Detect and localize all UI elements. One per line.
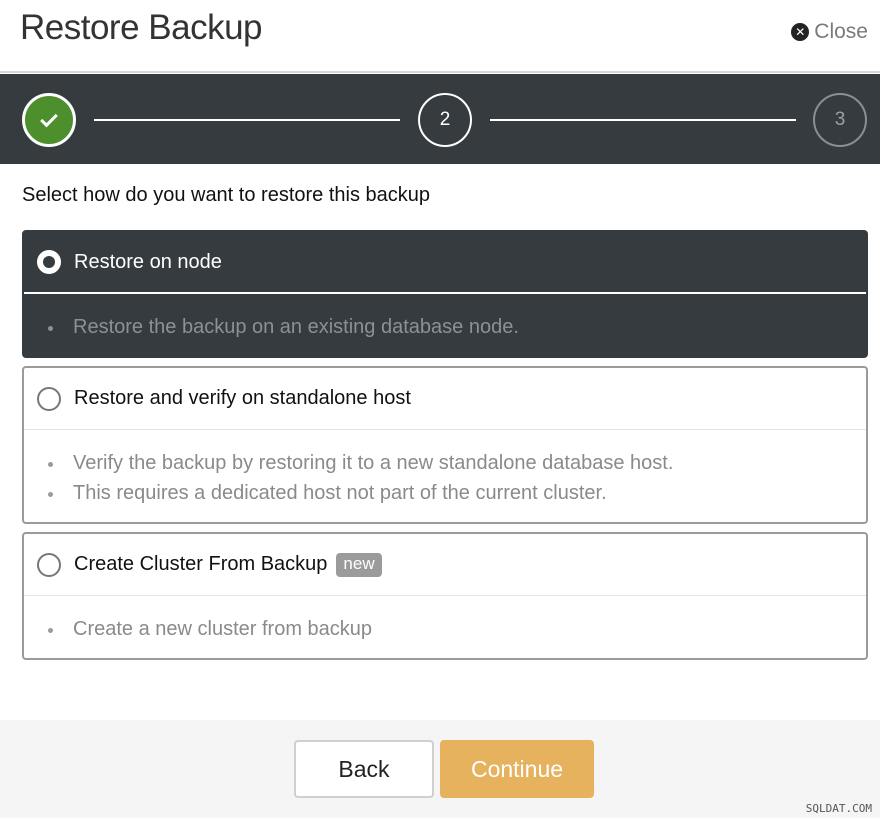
step-1-done: [22, 93, 76, 147]
option-label: Restore and verify on standalone host: [74, 387, 411, 409]
step-2-active: 2: [418, 93, 472, 147]
continue-button[interactable]: Continue: [440, 740, 594, 798]
restore-prompt: Select how do you want to restore this b…: [22, 184, 431, 206]
option-restore-verify-standalone[interactable]: Restore and verify on standalone host Ve…: [22, 366, 868, 524]
option-description: Verify the backup by restoring it to a n…: [24, 430, 866, 508]
close-label: Close: [814, 20, 868, 43]
back-button[interactable]: Back: [294, 740, 434, 798]
radio-button[interactable]: [37, 386, 61, 411]
step-connector: [94, 119, 400, 121]
new-badge: new: [336, 552, 382, 577]
option-bullet: Create a new cluster from backup: [48, 614, 846, 644]
option-bullet: Restore the backup on an existing databa…: [48, 312, 846, 342]
option-label: Create Cluster From Backup: [74, 553, 328, 575]
close-button[interactable]: ✕ Close: [791, 20, 868, 44]
step-3-pending: 3: [813, 93, 867, 147]
option-create-cluster-from-backup[interactable]: Create Cluster From Backup new Create a …: [22, 532, 868, 660]
step-connector: [490, 119, 796, 121]
checkmark-icon: [40, 109, 58, 127]
dialog-header: Restore Backup ✕ Close: [0, 0, 880, 73]
option-description: Create a new cluster from backup: [24, 596, 866, 644]
option-header[interactable]: Restore and verify on standalone host: [24, 368, 866, 430]
radio-button[interactable]: [37, 552, 61, 577]
radio-button[interactable]: [37, 250, 61, 274]
dialog-footer: Back Continue SQLDAT.COM: [0, 720, 880, 818]
option-label: Restore on node: [74, 250, 222, 273]
option-header[interactable]: Restore on node: [24, 232, 866, 294]
dialog-title: Restore Backup: [20, 8, 263, 47]
watermark: SQLDAT.COM: [805, 802, 872, 815]
close-icon: ✕: [791, 23, 810, 41]
option-description: Restore the backup on an existing databa…: [24, 294, 866, 342]
wizard-stepper: 2 3: [0, 74, 880, 164]
option-restore-on-node[interactable]: Restore on node Restore the backup on an…: [22, 230, 868, 358]
option-header[interactable]: Create Cluster From Backup new: [24, 534, 866, 596]
option-bullet: Verify the backup by restoring it to a n…: [48, 448, 846, 478]
option-bullet: This requires a dedicated host not part …: [48, 478, 846, 508]
